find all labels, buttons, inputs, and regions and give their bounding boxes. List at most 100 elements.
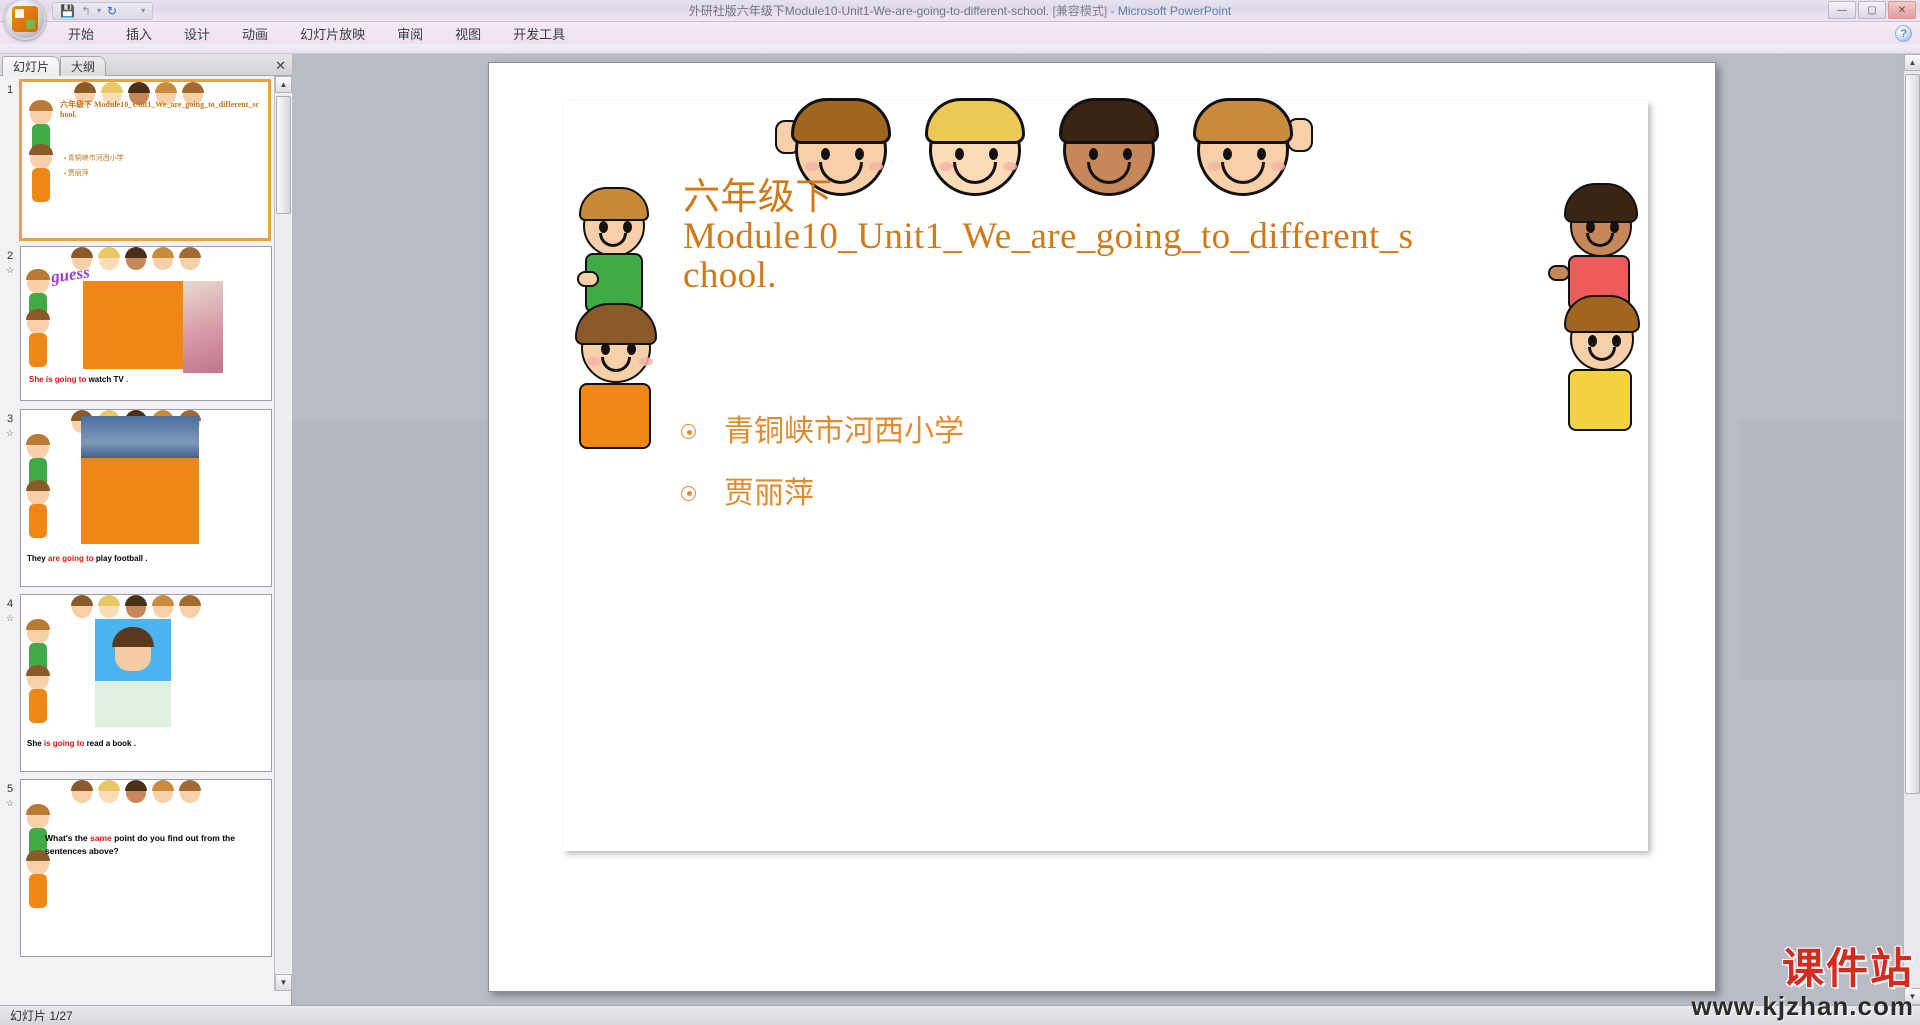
animation-indicator-icon: ☆	[5, 798, 15, 809]
slide-editing-stage: 六年级下 Module10_Unit1_We_are_going_to_diff…	[292, 54, 1920, 1005]
window-title-separator: -	[1110, 4, 1115, 18]
thumbnail-title: 六年级下 Module10_Unit1_We_are_going_to_diff…	[60, 100, 260, 119]
slide-number: 2 ☆	[3, 250, 17, 276]
thumbnail-shape	[81, 458, 199, 544]
scroll-up-icon[interactable]: ▲	[275, 76, 292, 93]
close-panel-icon[interactable]: ✕	[275, 58, 286, 74]
thumbnail-photo	[183, 281, 223, 373]
slide-number: 5 ☆	[3, 783, 17, 809]
help-icon[interactable]: ?	[1895, 25, 1912, 42]
slides-panel: 幻灯片 大纲 ✕ 1 六年级下 Module10_Unit1_We_are_go…	[0, 54, 292, 1005]
list-item[interactable]: 5 ☆ What's the same point do you find ou…	[0, 775, 292, 975]
ribbon-tabs: 开始 插入 设计 动画 幻灯片放映 审阅 视图 开发工具	[52, 22, 581, 44]
side-kid-icon	[28, 144, 56, 230]
animation-indicator-icon: ☆	[5, 428, 15, 439]
title-bar: 外研社版六年级下Module10-Unit1-We-are-going-to-d…	[0, 0, 1920, 22]
undo-dropdown-icon[interactable]: ▾	[97, 7, 101, 15]
thumbnail-shape	[83, 281, 183, 369]
bullet-row: 贾丽萍	[681, 463, 964, 525]
tab-outline[interactable]: 大纲	[60, 56, 107, 76]
slide-title-line-3: chool.	[683, 254, 777, 296]
thumbnail-photo	[95, 681, 171, 727]
scrollbar-thumb[interactable]	[276, 96, 291, 214]
tab-developer[interactable]: 开发工具	[497, 22, 581, 44]
slide-number: 3 ☆	[3, 413, 17, 439]
thumbnail-caption: She is going to watch TV .	[29, 375, 129, 384]
animation-indicator-icon: ☆	[5, 613, 15, 624]
tab-home[interactable]: 开始	[52, 22, 110, 44]
thumbnail-slide-2[interactable]: guess She is going to watch TV .	[20, 246, 272, 401]
thumbnail-bullets: 青铜峡市河西小学 贾丽萍	[64, 152, 124, 181]
thumbnail-bullet: 贾丽萍	[64, 167, 124, 182]
slide-number: 1	[6, 84, 14, 96]
window-title-doc: 外研社版六年级下Module10-Unit1-We-are-going-to-d…	[688, 4, 1050, 18]
maximize-button[interactable]: ▢	[1858, 1, 1886, 19]
slide-title-line-1: 六年级下	[683, 177, 833, 218]
window-title-app: Microsoft PowerPoint	[1117, 4, 1232, 18]
tab-slides[interactable]: 幻灯片	[2, 56, 61, 76]
window-title-mode: [兼容模式]	[1052, 4, 1108, 18]
list-item[interactable]: 2 ☆ guess She is going to watch TV .	[0, 242, 292, 405]
ribbon-tab-bar: 开始 插入 设计 动画 幻灯片放映 审阅 视图 开发工具	[0, 22, 1920, 44]
watermark-title: 课件站	[1781, 947, 1914, 993]
slide-counter: 幻灯片 1/27	[10, 1009, 73, 1023]
office-button[interactable]	[4, 0, 46, 40]
slide-title-line-2: Module10_Unit1_We_are_going_to_different…	[683, 215, 1414, 257]
customize-qat-icon[interactable]: ▾	[141, 7, 145, 15]
redo-icon[interactable]: ↻	[107, 5, 117, 17]
tab-design[interactable]: 设计	[168, 22, 226, 44]
scroll-down-icon[interactable]: ▼	[275, 974, 292, 991]
thumbnail-photo	[95, 619, 171, 681]
undo-icon[interactable]: ↰	[81, 5, 91, 17]
slide-number: 4 ☆	[3, 598, 17, 624]
thumbnail-caption: She is going to read a book .	[27, 739, 136, 748]
site-watermark: 课件站 www.kjzhan.com	[1691, 949, 1914, 1019]
thumbnail-slide-4[interactable]: She is going to read a book .	[20, 594, 272, 772]
ribbon-body	[0, 44, 1920, 54]
slides-thumbnail-list[interactable]: 1 六年级下 Module10_Unit1_We_are_going_to_di…	[0, 76, 292, 991]
list-item[interactable]: 4 ☆ She is going to read a book .	[0, 590, 292, 775]
thumbnail-slide-5[interactable]: What's the same point do you find out fr…	[20, 779, 272, 957]
thumbnail-photo	[81, 416, 199, 460]
kid-illustration	[1554, 291, 1648, 471]
background-band	[292, 419, 492, 679]
animation-indicator-icon: ☆	[5, 265, 15, 276]
bullet-point-icon	[681, 424, 696, 440]
list-item[interactable]: 1 六年级下 Module10_Unit1_We_are_going_to_di…	[0, 76, 292, 242]
slides-panel-scrollbar[interactable]: ▲ ▼	[274, 76, 292, 991]
save-icon[interactable]: 💾	[60, 5, 75, 17]
left-kids-illustration	[563, 181, 668, 481]
minimize-button[interactable]: —	[1828, 1, 1856, 19]
kids-banner-icon	[69, 247, 219, 273]
window-title: 外研社版六年级下Module10-Unit1-We-are-going-to-d…	[0, 2, 1920, 19]
bullet-text: 贾丽萍	[724, 476, 814, 510]
powerpoint-window: 外研社版六年级下Module10-Unit1-We-are-going-to-d…	[0, 0, 1920, 1025]
thumbnail-slide-1[interactable]: 六年级下 Module10_Unit1_We_are_going_to_diff…	[19, 79, 271, 241]
kids-banner-icon	[69, 595, 219, 621]
bullet-row: 青铜峡市河西小学	[681, 401, 964, 463]
list-item[interactable]: 3 ☆ They are going to play football .	[0, 405, 292, 590]
tab-slideshow[interactable]: 幻灯片放映	[284, 22, 381, 44]
tab-view[interactable]: 视图	[439, 22, 497, 44]
scroll-up-icon[interactable]: ▲	[1904, 54, 1920, 71]
thumbnail-slide-3[interactable]: They are going to play football .	[20, 409, 272, 587]
tab-animations[interactable]: 动画	[226, 22, 284, 44]
slide-body-bullets[interactable]: 青铜峡市河西小学 贾丽萍	[681, 401, 964, 524]
kids-banner-icon	[69, 780, 219, 806]
scrollbar-thumb[interactable]	[1905, 74, 1920, 794]
stage-scrollbar[interactable]: ▲ ▼	[1903, 54, 1920, 1005]
watermark-url: www.kjzhan.com	[1691, 991, 1914, 1021]
close-button[interactable]: ✕	[1888, 1, 1916, 19]
window-controls: — ▢ ✕	[1828, 1, 1916, 19]
slide-title[interactable]: 六年级下 Module10_Unit1_We_are_going_to_diff…	[683, 177, 1483, 296]
workspace: 幻灯片 大纲 ✕ 1 六年级下 Module10_Unit1_We_are_go…	[0, 54, 1920, 1005]
slide-canvas[interactable]: 六年级下 Module10_Unit1_We_are_going_to_diff…	[488, 62, 1716, 992]
thumbnail-caption: What's the same point do you find out fr…	[45, 833, 235, 856]
slide-page[interactable]: 六年级下 Module10_Unit1_We_are_going_to_diff…	[563, 98, 1648, 851]
quick-access-toolbar: 💾 ↰ ▾ ↻ ▾	[52, 2, 154, 20]
thumbnail-bullet: 青铜峡市河西小学	[64, 152, 124, 167]
background-band	[1740, 419, 1920, 679]
slides-panel-tabs: 幻灯片 大纲 ✕	[0, 54, 292, 76]
tab-insert[interactable]: 插入	[110, 22, 168, 44]
tab-review[interactable]: 审阅	[381, 22, 439, 44]
